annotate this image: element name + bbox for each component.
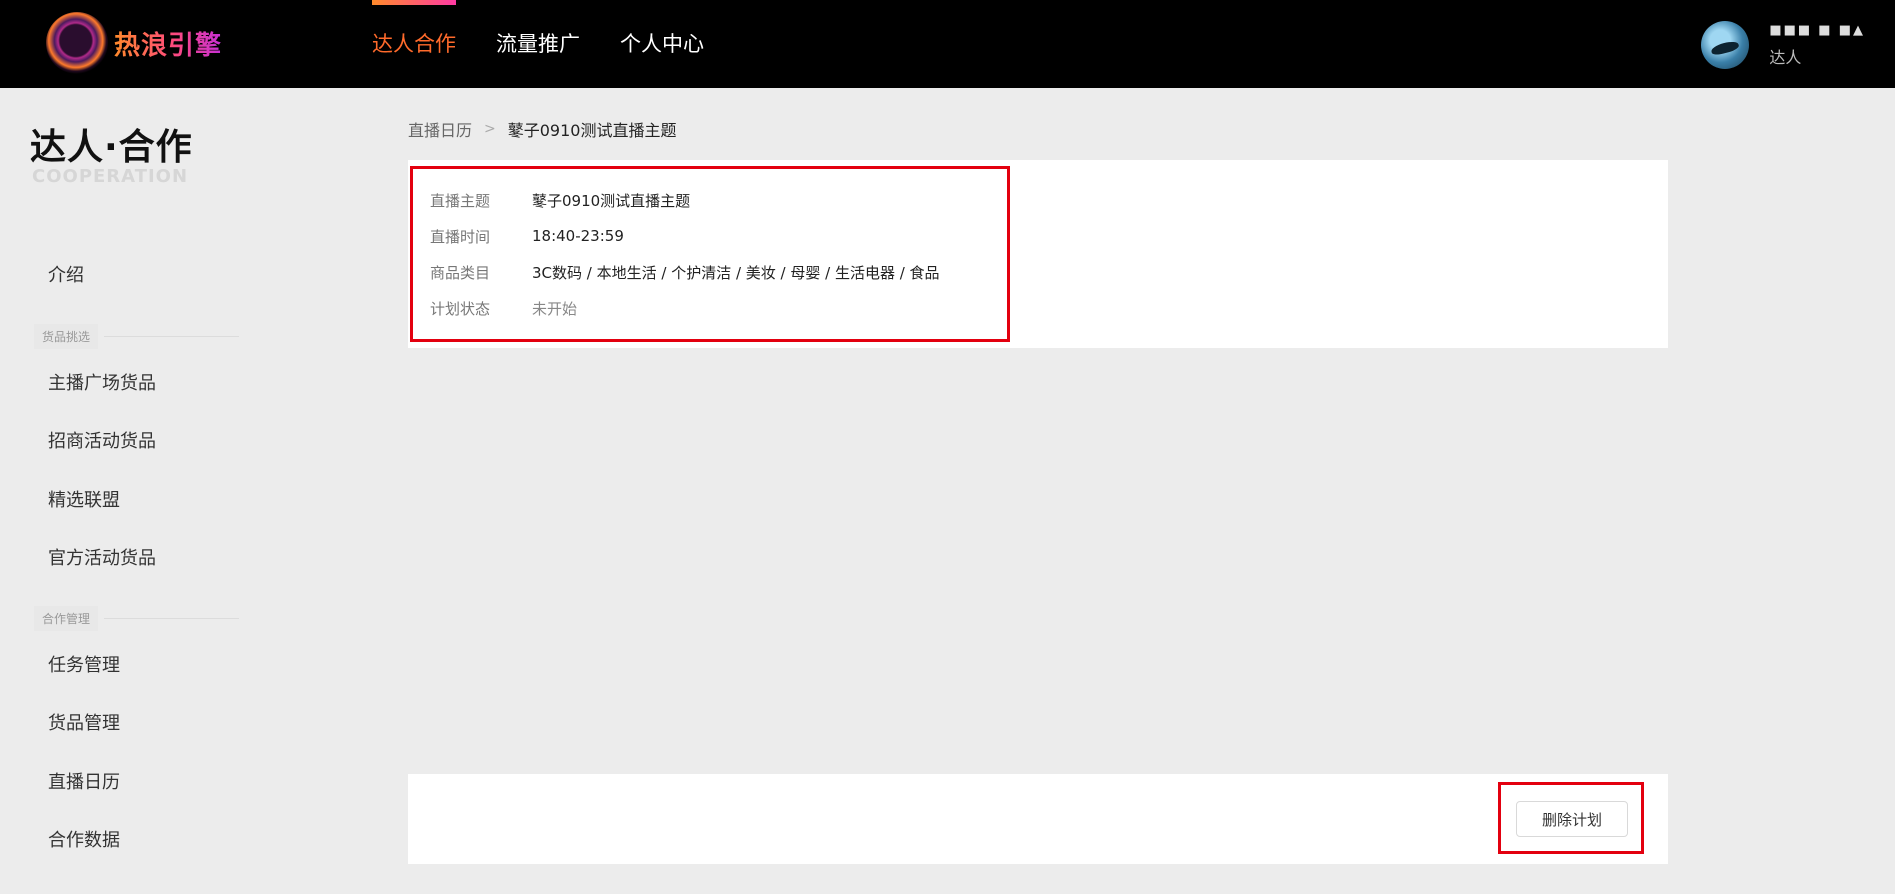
- breadcrumb-live-calendar[interactable]: 直播日历: [408, 117, 472, 141]
- user-meta: ■■■ ■ ■▲ 达人: [1769, 22, 1865, 68]
- plan-info-card: 直播主题 鼕子0910测试直播主题 直播时间 18:40-23:59 商品类目 …: [408, 160, 1668, 348]
- sidebar-brand-subtitle: COOPERATION: [32, 166, 189, 187]
- sidebar-item-merchant-activity-goods[interactable]: 招商活动货品: [48, 428, 156, 456]
- top-navbar: 热浪引擎 达人合作 流量推广 个人中心 ■■■ ■ ■▲ 达人: [0, 0, 1895, 88]
- sidebar-item-anchor-square-goods[interactable]: 主播广场货品: [48, 370, 156, 398]
- sidebar-item-selected-alliance[interactable]: 精选联盟: [48, 487, 120, 515]
- avatar[interactable]: [1701, 21, 1750, 69]
- sidebar-item-official-activity-goods[interactable]: 官方活动货品: [48, 545, 156, 573]
- info-label: 计划状态: [430, 299, 491, 318]
- divider: [104, 617, 239, 619]
- sidebar-group-label: 合作管理: [34, 605, 99, 631]
- nav-item-cooperation[interactable]: 达人合作: [352, 0, 476, 88]
- action-bar: 删除计划: [408, 774, 1668, 864]
- logo[interactable]: 热浪引擎: [46, 10, 246, 76]
- sidebar-group-label: 货品挑选: [34, 323, 99, 349]
- breadcrumb: 直播日历 > 鼕子0910测试直播主题: [408, 116, 676, 142]
- live-time-value: 18:40-23:59: [532, 227, 624, 245]
- sidebar-brand-title: 达人·合作: [30, 127, 193, 168]
- user-menu[interactable]: ■■■ ■ ■▲ 达人: [1701, 20, 1865, 70]
- sidebar-item-cooperation-data[interactable]: 合作数据: [48, 827, 120, 855]
- main-nav: 达人合作 流量推广 个人中心: [352, 0, 724, 88]
- sidebar-item-live-calendar[interactable]: 直播日历: [48, 769, 120, 797]
- nav-item-traffic-promotion[interactable]: 流量推广: [476, 0, 600, 88]
- user-role: 达人: [1769, 48, 1802, 67]
- sidebar: 达人·合作 COOPERATION 介绍 货品挑选 主播广场货品 招商活动货品 …: [0, 88, 250, 894]
- info-row-status: 计划状态 未开始: [430, 296, 577, 320]
- divider: [104, 335, 239, 337]
- logo-mark-icon: [46, 12, 108, 74]
- delete-plan-button[interactable]: 删除计划: [1516, 801, 1628, 837]
- info-label: 商品类目: [430, 263, 491, 282]
- goods-category-value: 3C数码 / 本地生活 / 个护清洁 / 美妆 / 母婴 / 生活电器 / 食品: [532, 263, 940, 282]
- sidebar-item-intro[interactable]: 介绍: [48, 262, 84, 290]
- live-topic-value: 鼕子0910测试直播主题: [532, 191, 691, 210]
- info-label: 直播时间: [430, 227, 491, 246]
- sidebar-item-task-management[interactable]: 任务管理: [48, 652, 120, 680]
- nav-item-personal-center[interactable]: 个人中心: [600, 0, 724, 88]
- plan-status-value: 未开始: [532, 299, 578, 318]
- info-label: 直播主题: [430, 191, 491, 210]
- sidebar-item-goods-management[interactable]: 货品管理: [48, 710, 120, 738]
- sidebar-group-goods: 货品挑选: [34, 322, 239, 350]
- info-row-time: 直播时间 18:40-23:59: [430, 224, 624, 248]
- info-row-category: 商品类目 3C数码 / 本地生活 / 个护清洁 / 美妆 / 母婴 / 生活电器…: [430, 260, 940, 284]
- breadcrumb-current: 鼕子0910测试直播主题: [507, 121, 677, 140]
- logo-text: 热浪引擎: [114, 25, 222, 62]
- chevron-right-icon: >: [484, 121, 496, 137]
- info-row-topic: 直播主题 鼕子0910测试直播主题: [430, 188, 690, 212]
- user-name: ■■■ ■ ■▲: [1769, 23, 1865, 38]
- sidebar-group-cooperation: 合作管理: [34, 604, 239, 632]
